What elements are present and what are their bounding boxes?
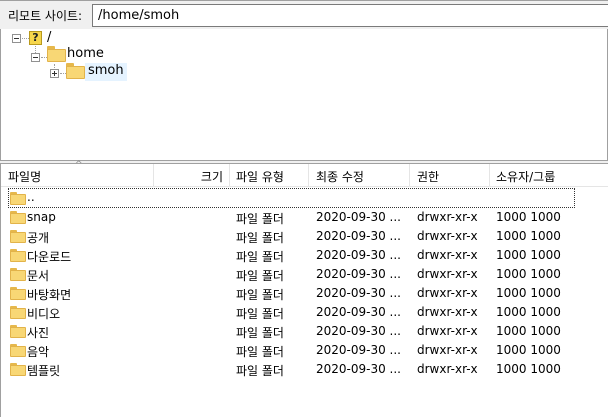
file-list[interactable]: ^ 파일명 크기 파일 유형 최종 수정 권한 소유자/그룹 .. snap 파일…	[0, 160, 608, 417]
file-type: 파일 폴더	[236, 269, 284, 283]
table-row[interactable]: 다운로드 파일 폴더 2020-09-30 ... drwxr-xr-x 1000 10…	[1, 246, 608, 265]
file-modified: 2020-09-30 ...	[316, 286, 401, 300]
folder-icon	[10, 363, 26, 376]
file-type: 파일 폴더	[236, 250, 284, 264]
folder-icon	[10, 287, 26, 300]
file-modified: 2020-09-30 ...	[316, 210, 401, 224]
folder-icon	[47, 46, 66, 62]
file-name: 바탕화면	[27, 288, 72, 302]
file-modified: 2020-09-30 ...	[316, 248, 401, 262]
file-permissions: drwxr-xr-x	[417, 324, 478, 338]
file-owner: 1000 1000	[496, 362, 561, 376]
file-permissions: drwxr-xr-x	[417, 286, 478, 300]
file-type: 파일 폴더	[236, 307, 284, 321]
column-header-type[interactable]: 파일 유형	[230, 164, 309, 187]
file-owner: 1000 1000	[496, 324, 561, 338]
expand-icon[interactable]	[50, 69, 59, 78]
tree-item-home[interactable]: home	[67, 46, 104, 64]
tree-item-label: /	[47, 30, 52, 45]
column-header-size[interactable]: 크기	[154, 164, 230, 187]
column-header-modified[interactable]: 최종 수정	[309, 164, 410, 187]
file-name: snap	[27, 210, 56, 224]
folder-icon	[10, 344, 26, 357]
table-row[interactable]: 사진 파일 폴더 2020-09-30 ... drwxr-xr-x 1000 1000	[1, 322, 608, 341]
table-row[interactable]: 공개 파일 폴더 2020-09-30 ... drwxr-xr-x 1000 1000	[1, 227, 608, 246]
table-row[interactable]: 문서 파일 폴더 2020-09-30 ... drwxr-xr-x 1000 1000	[1, 265, 608, 284]
file-name: 다운로드	[27, 250, 72, 264]
column-header-name[interactable]: 파일명	[1, 164, 154, 187]
parent-directory-row[interactable]: ..	[1, 189, 608, 208]
file-list-header: ^ 파일명 크기 파일 유형 최종 수정 권한 소유자/그룹	[1, 160, 608, 187]
collapse-icon[interactable]	[31, 53, 40, 62]
file-owner: 1000 1000	[496, 286, 561, 300]
folder-icon	[10, 230, 26, 243]
file-owner: 1000 1000	[496, 210, 561, 224]
remote-path-input[interactable]: /home/smoh	[92, 4, 608, 27]
folder-icon	[10, 306, 26, 319]
folder-icon	[66, 63, 85, 79]
tree-item-label: home	[67, 46, 104, 61]
file-permissions: drwxr-xr-x	[417, 210, 478, 224]
file-owner: 1000 1000	[496, 267, 561, 281]
table-row[interactable]: 템플릿 파일 폴더 2020-09-30 ... drwxr-xr-x 1000 100…	[1, 360, 608, 379]
folder-icon	[10, 211, 26, 224]
table-row[interactable]: 음악 파일 폴더 2020-09-30 ... drwxr-xr-x 1000 1000	[1, 341, 608, 360]
remote-site-label: 리모트 사이트:	[8, 9, 83, 23]
file-type: 파일 폴더	[236, 345, 284, 359]
file-type: 파일 폴더	[236, 326, 284, 340]
table-row[interactable]: snap 파일 폴더 2020-09-30 ... drwxr-xr-x 1000 10…	[1, 208, 608, 227]
file-modified: 2020-09-30 ...	[316, 343, 401, 357]
file-permissions: drwxr-xr-x	[417, 248, 478, 262]
file-name: 문서	[27, 269, 50, 283]
file-permissions: drwxr-xr-x	[417, 267, 478, 281]
directory-tree[interactable]: ? / home smoh	[0, 29, 608, 160]
file-modified: 2020-09-30 ...	[316, 267, 401, 281]
file-permissions: drwxr-xr-x	[417, 305, 478, 319]
file-name: 템플릿	[27, 364, 61, 378]
file-type: 파일 폴더	[236, 364, 284, 378]
folder-icon	[10, 192, 26, 205]
tree-item-label: smoh	[88, 63, 124, 78]
file-modified: 2020-09-30 ...	[316, 229, 401, 243]
file-modified: 2020-09-30 ...	[316, 305, 401, 319]
file-permissions: drwxr-xr-x	[417, 229, 478, 243]
folder-icon	[10, 325, 26, 338]
file-modified: 2020-09-30 ...	[316, 324, 401, 338]
file-name: ..	[27, 190, 35, 204]
file-permissions: drwxr-xr-x	[417, 343, 478, 357]
tree-item-smoh[interactable]: smoh	[85, 63, 127, 81]
file-name: 사진	[27, 326, 50, 340]
remote-site-bar: 리모트 사이트: /home/smoh	[0, 0, 608, 29]
column-header-permissions[interactable]: 권한	[410, 164, 490, 187]
collapse-icon[interactable]	[12, 34, 21, 43]
file-type: 파일 폴더	[236, 212, 284, 226]
file-name: 공개	[27, 231, 50, 245]
table-row[interactable]: 바탕화면 파일 폴더 2020-09-30 ... drwxr-xr-x 1000 10…	[1, 284, 608, 303]
file-type: 파일 폴더	[236, 288, 284, 302]
file-name: 비디오	[27, 307, 61, 321]
folder-icon	[10, 249, 26, 262]
file-modified: 2020-09-30 ...	[316, 362, 401, 376]
file-name: 음악	[27, 345, 50, 359]
file-owner: 1000 1000	[496, 248, 561, 262]
question-icon: ?	[29, 31, 42, 45]
file-permissions: drwxr-xr-x	[417, 362, 478, 376]
table-row[interactable]: 비디오 파일 폴더 2020-09-30 ... drwxr-xr-x 1000 100…	[1, 303, 608, 322]
file-owner: 1000 1000	[496, 305, 561, 319]
file-owner: 1000 1000	[496, 343, 561, 357]
folder-icon	[10, 268, 26, 281]
file-owner: 1000 1000	[496, 229, 561, 243]
file-type: 파일 폴더	[236, 231, 284, 245]
column-header-owner[interactable]: 소유자/그룹	[490, 164, 608, 187]
